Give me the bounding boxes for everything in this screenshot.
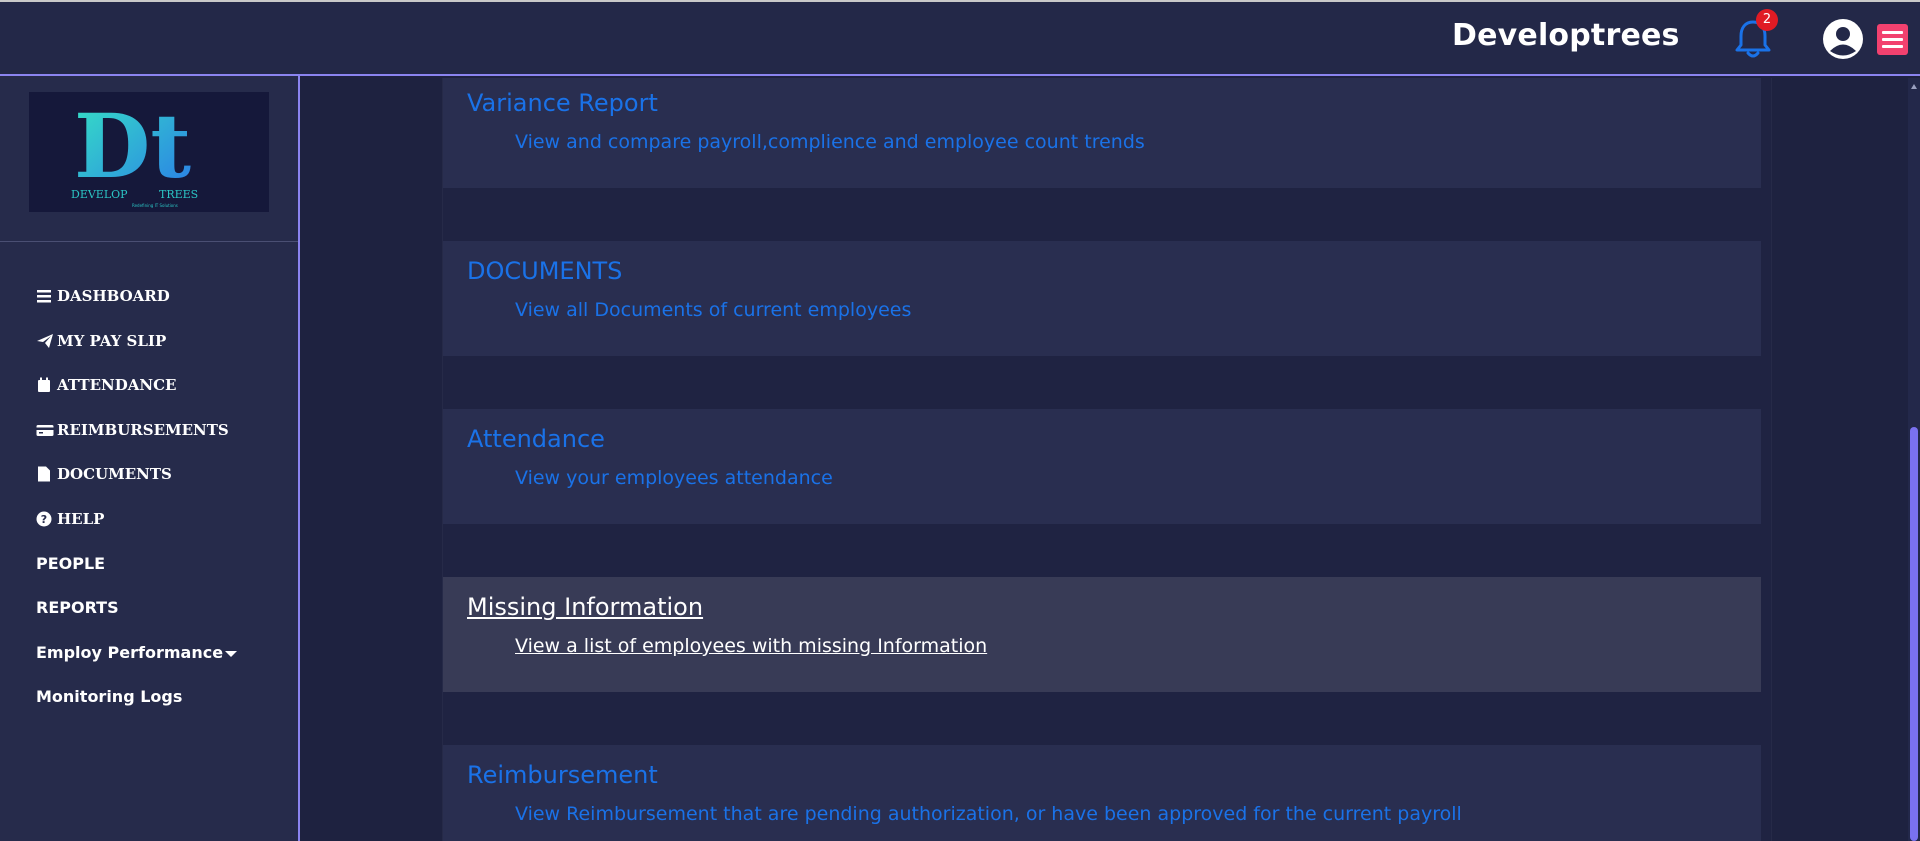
file-icon	[38, 466, 50, 482]
report-card-variance[interactable]: Variance Report View and compare payroll…	[443, 78, 1761, 188]
report-card-documents[interactable]: DOCUMENTS View all Documents of current …	[443, 241, 1761, 356]
sidebar-item-dashboard[interactable]: DASHBOARD	[36, 274, 237, 319]
sidebar-nav: DASHBOARD MY PAY SLIP ATTENDANCE REIMBUR…	[36, 274, 238, 720]
logo-wordmark-right: TREES	[159, 188, 198, 201]
report-description[interactable]: View and compare payroll,complience and …	[515, 131, 1145, 153]
sidebar-item-label: REPORTS	[36, 598, 119, 618]
sidebar-item-employ-performance[interactable]: Employ Performance	[36, 630, 238, 675]
report-description[interactable]: View a list of employees with missing In…	[515, 635, 987, 657]
top-bar: Developtrees 2	[0, 0, 1920, 76]
question-circle-icon: ?	[36, 511, 52, 527]
reports-list: Variance Report View and compare payroll…	[442, 78, 1772, 841]
brand-name: Developtrees	[1452, 18, 1680, 53]
sidebar-item-monitoring-logs[interactable]: Monitoring Logs	[36, 675, 237, 720]
report-title[interactable]: Attendance	[467, 425, 605, 453]
report-title[interactable]: DOCUMENTS	[467, 257, 622, 285]
sidebar-item-label: PEOPLE	[36, 553, 106, 573]
calendar-icon	[38, 377, 50, 393]
report-title[interactable]: Missing Information	[467, 593, 703, 621]
sidebar-item-label: Employ Performance	[36, 642, 224, 662]
sidebar-item-my-pay-slip[interactable]: MY PAY SLIP	[36, 319, 237, 364]
caret-down-icon	[225, 650, 238, 657]
sidebar-item-help[interactable]: ? HELP	[36, 497, 237, 542]
sidebar-divider	[0, 241, 298, 242]
sidebar-item-reimbursements[interactable]: REIMBURSEMENTS	[36, 408, 237, 453]
notification-count-badge: 2	[1756, 9, 1778, 31]
scrollbar-thumb[interactable]	[1910, 427, 1918, 841]
sidebar: Dt DEVELOP TREES Redefining IT Solutions…	[0, 76, 300, 841]
sidebar-item-label: Monitoring Logs	[36, 687, 183, 707]
logo-wordmark-left: DEVELOP	[71, 188, 128, 201]
credit-card-icon	[36, 424, 54, 436]
company-logo[interactable]: Dt DEVELOP TREES Redefining IT Solutions	[29, 92, 269, 212]
report-card-reimbursement[interactable]: Reimbursement View Reimbursement that ar…	[443, 745, 1761, 841]
report-description[interactable]: View all Documents of current employees	[515, 299, 911, 321]
page-scrollbar[interactable]	[1908, 78, 1920, 841]
sidebar-item-label: HELP	[57, 509, 105, 528]
logo-tagline: Redefining IT Solutions	[132, 203, 178, 208]
report-description[interactable]: View Reimbursement that are pending auth…	[515, 803, 1462, 825]
main-content: Variance Report View and compare payroll…	[302, 78, 1908, 841]
report-card-missing-information[interactable]: Missing Information View a list of emplo…	[443, 577, 1761, 692]
sidebar-item-label: DOCUMENTS	[57, 465, 172, 484]
sidebar-item-people[interactable]: PEOPLE	[36, 541, 237, 586]
sidebar-item-label: MY PAY SLIP	[57, 331, 167, 350]
report-title[interactable]: Variance Report	[467, 89, 658, 117]
paper-plane-icon	[37, 333, 53, 348]
sidebar-item-label: REIMBURSEMENTS	[57, 420, 229, 439]
logo-monogram: Dt	[74, 94, 191, 198]
sidebar-item-attendance[interactable]: ATTENDANCE	[36, 363, 237, 408]
user-avatar-icon[interactable]	[1822, 18, 1864, 60]
svg-text:?: ?	[41, 513, 47, 526]
report-card-attendance[interactable]: Attendance View your employees attendanc…	[443, 409, 1761, 524]
scroll-up-arrow-icon[interactable]	[1911, 84, 1917, 89]
sidebar-item-documents[interactable]: DOCUMENTS	[36, 452, 237, 497]
report-description[interactable]: View your employees attendance	[515, 467, 833, 489]
menu-toggle-button[interactable]	[1877, 24, 1908, 55]
sidebar-item-label: ATTENDANCE	[57, 376, 177, 395]
sidebar-item-label: DASHBOARD	[57, 287, 170, 306]
sidebar-item-reports[interactable]: REPORTS	[36, 586, 237, 631]
report-title[interactable]: Reimbursement	[467, 761, 658, 789]
bars-icon	[37, 290, 51, 303]
